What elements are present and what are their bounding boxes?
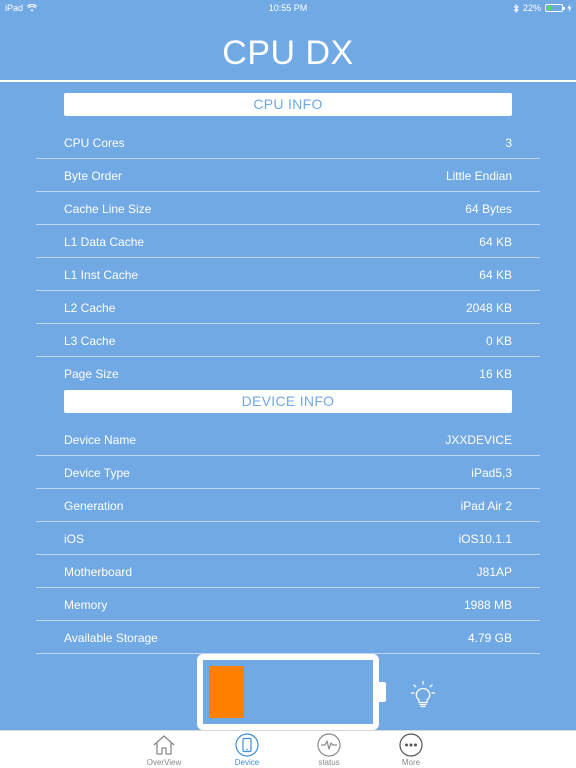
row-label: Page Size [64,367,119,381]
tab-bar: OverView Device status More [0,730,576,768]
list-item: L1 Inst Cache 64 KB [36,258,540,291]
list-item: iOS iOS10.1.1 [36,522,540,555]
lightbulb-icon[interactable] [410,680,436,708]
row-value: 64 KB [479,235,512,249]
list-item: L2 Cache 2048 KB [36,291,540,324]
tab-label: status [318,758,340,767]
row-value: iOS10.1.1 [458,532,512,546]
battery-level-widget [197,654,386,730]
cpu-info-list: CPU Cores 3 Byte Order Little Endian Cache… [36,126,540,390]
tab-status[interactable]: status [299,733,359,767]
list-item: Device Name JXXDEVICE [36,423,540,456]
row-label: L2 Cache [64,301,116,315]
row-label: Motherboard [64,565,133,579]
more-icon [399,733,423,757]
app-title: CPU DX [222,34,354,72]
row-label: Device Name [64,433,137,447]
row-label: L1 Inst Cache [64,268,139,282]
row-label: Generation [64,499,124,513]
tab-label: Device [234,758,260,767]
list-item: Generation iPad Air 2 [36,489,540,522]
battery-terminal [379,682,386,702]
row-value: 4.79 GB [467,631,512,645]
row-value: 3 [505,136,512,150]
battery-status-icon [545,4,565,12]
list-item: Available Storage 4.79 GB [36,621,540,654]
row-value: 2048 KB [465,301,512,315]
list-item: Page Size 16 KB [36,357,540,390]
row-value: J81AP [476,565,512,579]
tab-device[interactable]: Device [217,733,277,767]
pulse-icon [317,733,341,757]
battery-percent: 22% [522,3,541,13]
row-label: L1 Data Cache [64,235,145,249]
row-value: JXXDEVICE [445,433,512,447]
row-label: CPU Cores [64,136,125,150]
row-label: Byte Order [64,169,123,183]
tab-more[interactable]: More [381,733,441,767]
row-label: iOS [64,532,85,546]
tab-label: OverView [146,758,182,767]
row-label: L3 Cache [64,334,116,348]
tab-label: More [401,758,421,767]
row-label: Device Type [64,466,130,480]
title-divider [0,80,576,82]
list-item: Cache Line Size 64 Bytes [36,192,540,225]
battery-level-fill [209,666,244,718]
row-value: 1988 MB [463,598,512,612]
list-item: Device Type iPad5,3 [36,456,540,489]
row-value: 64 KB [479,268,512,282]
row-label: Cache Line Size [64,202,152,216]
list-item: CPU Cores 3 [36,126,540,159]
row-value: 64 Bytes [465,202,512,216]
tablet-icon [235,733,259,757]
list-item: L1 Data Cache 64 KB [36,225,540,258]
status-bar: iPad 10:55 PM 22% [0,0,576,16]
list-item: Memory 1988 MB [36,588,540,621]
list-item: Motherboard J81AP [36,555,540,588]
row-value: iPad Air 2 [460,499,512,513]
status-time: 10:55 PM [268,3,308,13]
row-label: Available Storage [64,631,158,645]
home-icon [153,735,175,755]
row-value: 0 KB [485,334,512,348]
row-value: iPad5,3 [471,466,512,480]
row-value: 16 KB [479,367,512,381]
tab-overview[interactable]: OverView [134,733,194,767]
list-item: L3 Cache 0 KB [36,324,540,357]
row-value: Little Endian [445,169,512,183]
device-info-header: DEVICE INFO [64,390,512,413]
charging-icon [567,4,572,12]
list-item: Byte Order Little Endian [36,159,540,192]
row-label: Memory [64,598,108,612]
bluetooth-icon [513,3,519,13]
device-info-list: Device Name JXXDEVICE Device Type iPad5,3 … [36,423,540,654]
cpu-info-header: CPU INFO [64,93,512,116]
